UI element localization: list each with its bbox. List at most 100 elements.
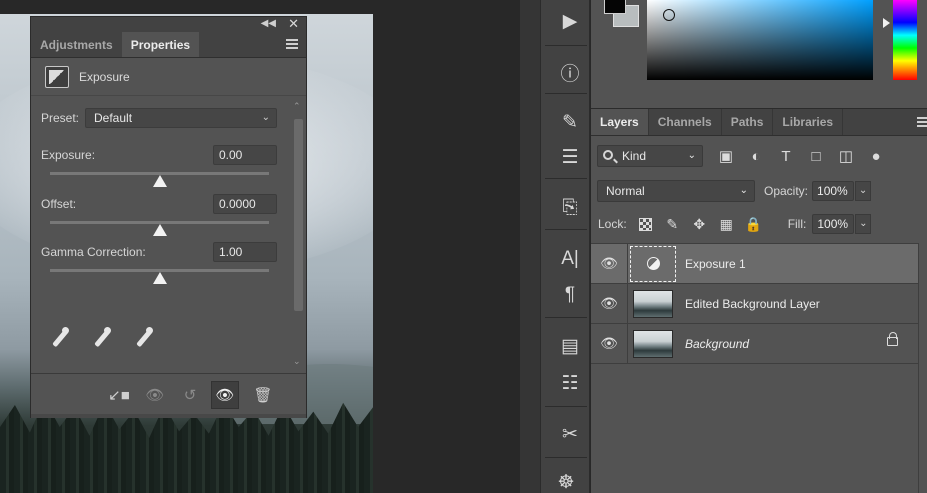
tool-group-presets: ✂ <box>545 408 587 458</box>
ship-wheel-icon[interactable]: ☸ <box>554 470 578 493</box>
adjustment-layer-thumbnail[interactable] <box>630 246 676 282</box>
properties-footer: ↙■ 👁 ↺ 👁 🗑 <box>31 373 306 417</box>
filter-row: Kind ⌄ ▣ ◐ T □ ◫ ● <box>597 144 885 168</box>
panel-menu-icon[interactable] <box>286 39 298 49</box>
smart-object-filter-icon[interactable]: ◫ <box>837 147 855 165</box>
offset-label: Offset: <box>41 197 77 211</box>
lock-position-icon[interactable]: ✥ <box>691 216 708 233</box>
pixel-layer-filter-icon[interactable]: ▣ <box>717 147 735 165</box>
hue-spectrum-slider[interactable] <box>893 0 917 80</box>
glyphs-icon[interactable]: ☷ <box>558 371 582 395</box>
scroll-down-icon[interactable]: ⌄ <box>293 356 301 367</box>
clip-to-layer-icon[interactable]: ↙■ <box>105 381 133 409</box>
lock-image-pixels-icon[interactable]: ✎ <box>664 216 681 233</box>
search-icon <box>603 150 613 160</box>
shape-layer-filter-icon[interactable]: □ <box>807 147 825 165</box>
prevent-autonest-icon[interactable]: ▦ <box>718 216 735 233</box>
play-icon[interactable]: ▶ <box>558 9 582 33</box>
layers-scroll-gutter[interactable] <box>918 243 927 493</box>
foreground-color-swatch[interactable] <box>604 0 626 14</box>
gray-point-dropper-icon[interactable] <box>91 327 113 349</box>
tab-libraries[interactable]: Libraries <box>773 109 844 135</box>
panel-title-bar: ◀◀ ✕ <box>31 16 306 32</box>
properties-body: Preset: Default ⌄ Exposure: 0.00 Offset:… <box>31 97 288 374</box>
eye-icon[interactable]: 👁 <box>600 255 618 271</box>
tab-channels[interactable]: Channels <box>649 109 722 135</box>
color-picker-cursor[interactable] <box>663 9 675 21</box>
tab-layers[interactable]: Layers <box>591 109 649 135</box>
preset-select[interactable]: Default ⌄ <box>85 108 277 128</box>
close-icon[interactable]: ✕ <box>288 16 299 32</box>
opacity-label: Opacity: <box>764 184 809 198</box>
collapsed-panels-strip: ▶ ⓘ ✎ ☰ ⎘ A| ¶ ▤ ☷ ✂ ☸ <box>540 0 590 493</box>
adjust-sliders-icon[interactable]: ☰ <box>558 145 582 169</box>
layer-name: Background <box>685 337 750 351</box>
hue-slider-marker[interactable] <box>883 18 890 28</box>
scrollbar-thumb[interactable] <box>294 119 303 311</box>
gamma-label: Gamma Correction: <box>41 245 146 259</box>
reset-icon[interactable]: ↺ <box>176 381 204 409</box>
filter-kind-select[interactable]: Kind ⌄ <box>597 145 703 167</box>
layer-row[interactable]: 👁 Background <box>591 324 918 364</box>
layer-thumbnail[interactable] <box>633 330 673 358</box>
filter-toggle-icon[interactable]: ● <box>867 147 885 165</box>
gamma-input[interactable]: 1.00 <box>213 242 277 262</box>
adjustment-layer-filter-icon[interactable]: ◐ <box>747 147 765 165</box>
delete-icon[interactable]: 🗑 <box>249 381 277 409</box>
opacity-input[interactable]: 100% <box>812 181 855 201</box>
tab-paths[interactable]: Paths <box>722 109 774 135</box>
eye-icon[interactable]: 👁 <box>600 295 618 311</box>
notes-icon[interactable]: ▤ <box>558 334 582 358</box>
fill-input[interactable]: 100% <box>812 214 855 234</box>
chevron-down-icon: ⌄ <box>687 150 696 161</box>
layers-menu-icon[interactable] <box>917 117 927 127</box>
collapse-panel-icon[interactable]: ◀◀ <box>261 18 276 29</box>
paragraph-icon[interactable]: ¶ <box>558 283 582 307</box>
fill-dropdown[interactable]: ⌄ <box>855 214 872 234</box>
eyedropper-group <box>49 327 155 349</box>
layer-row[interactable]: 👁 Exposure 1 <box>591 244 918 284</box>
blend-mode-select[interactable]: Normal ⌄ <box>597 180 755 202</box>
scroll-up-icon[interactable]: ⌃ <box>293 101 301 112</box>
gamma-slider-knob[interactable] <box>152 272 167 284</box>
offset-slider-knob[interactable] <box>152 224 167 236</box>
view-previous-state-icon[interactable]: 👁 <box>141 381 169 409</box>
tab-adjustments[interactable]: Adjustments <box>31 32 122 57</box>
properties-panel: ◀◀ ✕ Adjustments Properties Exposure Pre… <box>30 16 307 418</box>
preset-row: Preset: Default ⌄ <box>41 108 277 128</box>
info-icon[interactable]: ⓘ <box>558 60 582 85</box>
eye-column-divider <box>627 284 628 324</box>
lock-row: Lock: ✎ ✥ ▦ 🔒 Fill: 100% ⌄ <box>598 214 883 234</box>
eye-icon[interactable]: 👁 <box>600 335 618 351</box>
lock-transparency-icon[interactable] <box>637 216 654 233</box>
panel-gap <box>520 0 540 493</box>
tool-presets-icon[interactable]: ✂ <box>558 422 582 446</box>
color-field[interactable] <box>647 0 873 80</box>
exposure-adjustment-icon <box>647 257 660 270</box>
character-icon[interactable]: A| <box>558 247 582 271</box>
tab-properties[interactable]: Properties <box>121 32 200 57</box>
exposure-slider-knob[interactable] <box>152 175 167 187</box>
toggle-visibility-icon[interactable]: 👁 <box>211 381 239 409</box>
opacity-dropdown[interactable]: ⌄ <box>855 181 872 201</box>
layers-panel: Layers Channels Paths Libraries Kind ⌄ ▣… <box>591 108 927 493</box>
layer-filter-icons: ▣ ◐ T □ ◫ ● <box>717 147 885 166</box>
tool-group-brush: ✎ ☰ <box>545 95 587 179</box>
layers-tab-bar: Layers Channels Paths Libraries <box>591 109 927 136</box>
properties-scrollbar[interactable]: ⌃ ⌄ <box>290 99 304 373</box>
properties-tab-bar: Adjustments Properties <box>31 32 306 58</box>
lock-all-icon[interactable]: 🔒 <box>744 216 761 233</box>
layer-name: Edited Background Layer <box>685 297 820 311</box>
layer-name: Exposure 1 <box>685 257 746 271</box>
white-point-dropper-icon[interactable] <box>133 327 155 349</box>
exposure-input[interactable]: 0.00 <box>213 145 277 165</box>
panel-resize-grip[interactable] <box>31 414 306 418</box>
brush-settings-icon[interactable]: ✎ <box>558 110 582 134</box>
clone-source-icon[interactable]: ⎘ <box>558 196 582 220</box>
layer-thumbnail[interactable] <box>633 290 673 318</box>
lock-icon[interactable] <box>887 332 898 346</box>
offset-input[interactable]: 0.0000 <box>213 194 277 214</box>
black-point-dropper-icon[interactable] <box>49 327 71 349</box>
layer-row[interactable]: 👁 Edited Background Layer <box>591 284 918 324</box>
type-layer-filter-icon[interactable]: T <box>777 147 795 165</box>
